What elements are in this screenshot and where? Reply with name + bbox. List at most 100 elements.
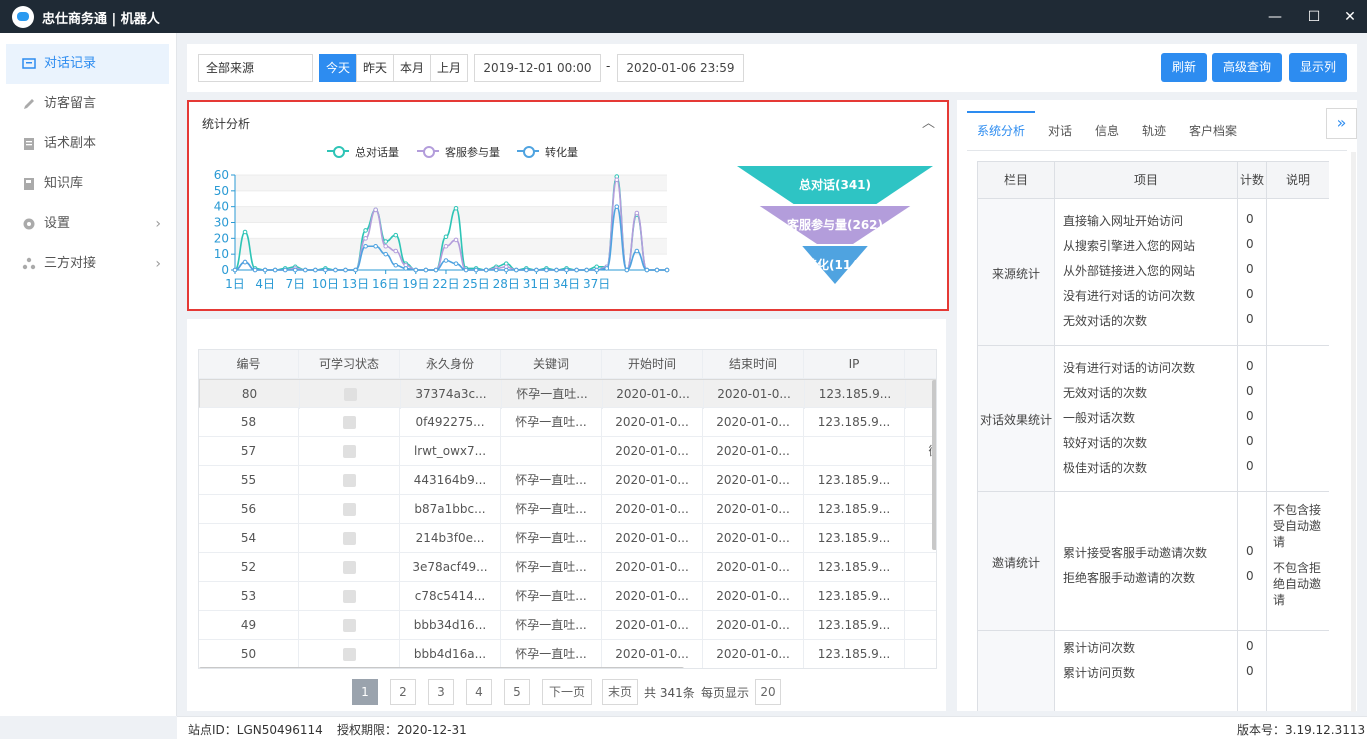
tab-info[interactable]: 信息 [1095, 122, 1119, 139]
checkbox-icon[interactable] [342, 416, 356, 429]
horizontal-scrollbar[interactable] [199, 667, 684, 668]
page-button[interactable]: 5 [504, 679, 530, 705]
x-tick-label: 37日 [583, 277, 610, 291]
end-date-input[interactable]: 2020-01-06 23:59 [617, 54, 744, 82]
maximize-button[interactable]: ☐ [1304, 7, 1324, 27]
table-cell: b87a1bbc... [400, 495, 501, 524]
data-point [383, 239, 388, 244]
tab-track[interactable]: 轨迹 [1142, 122, 1166, 139]
stats-item-count: 0 [1246, 287, 1254, 301]
table-cell: bbb34d16... [400, 611, 501, 640]
table-cell [905, 611, 936, 640]
sidebar-item-third-party[interactable]: 三方对接 › [6, 244, 169, 284]
column-header[interactable]: 永久身份 [400, 350, 501, 379]
learnable-checkbox[interactable] [299, 640, 400, 668]
table-cell: 2020-01-0... [703, 640, 804, 668]
page-button[interactable]: 2 [390, 679, 416, 705]
learnable-checkbox[interactable] [299, 582, 400, 611]
checkbox-icon[interactable] [342, 561, 356, 574]
column-header[interactable]: 开始时间 [602, 350, 703, 379]
learnable-checkbox[interactable] [299, 524, 400, 553]
column-header[interactable]: 编号 [199, 350, 299, 379]
advanced-query-button[interactable]: 高级查询 [1212, 53, 1282, 82]
column-header[interactable]: IP [804, 350, 905, 379]
panel-scrollbar[interactable] [1351, 152, 1356, 712]
column-header[interactable]: 关键词 [501, 350, 602, 379]
data-point [453, 237, 459, 243]
learnable-checkbox[interactable] [299, 466, 400, 495]
sidebar-item-knowledge-base[interactable]: 知识库 [6, 164, 169, 204]
learnable-checkbox[interactable] [299, 437, 400, 466]
refresh-button[interactable]: 刷新 [1161, 53, 1207, 82]
checkbox-icon[interactable] [342, 532, 356, 545]
table-row[interactable]: 52 3e78acf49... 怀孕一直吐... 2020-01-0... 2020-0… [199, 553, 936, 582]
checkbox-icon[interactable] [342, 503, 356, 516]
pencil-icon [24, 99, 34, 109]
table-cell: 怀孕一直吐... [501, 611, 602, 640]
tab-conversation[interactable]: 对话 [1048, 122, 1072, 139]
collapse-caret-icon[interactable]: ︿ [922, 112, 935, 131]
connect-icon [22, 257, 36, 270]
stats-item-count: 0 [1246, 568, 1254, 583]
table-row[interactable]: 49 bbb34d16... 怀孕一直吐... 2020-01-0... 2020-01… [199, 611, 936, 640]
stats-item-label: 较好对话的次数 [1063, 435, 1148, 450]
range-this-month-button[interactable]: 本月 [393, 54, 431, 82]
sidebar-item-visitor-messages[interactable]: 访客留言 [6, 84, 169, 124]
table-row[interactable]: 57lrwt_owx7...2020-01-0...2020-01-0...微 [199, 437, 936, 466]
per-page-select[interactable]: 20 [755, 679, 781, 705]
table-row[interactable]: 50 bbb4d16a... 怀孕一直吐... 2020-01-0... 2020-01… [199, 640, 936, 668]
last-page-button[interactable]: 末页 [602, 679, 638, 705]
stats-item-count: 0 [1246, 433, 1254, 448]
page-button[interactable]: 1 [352, 679, 378, 705]
stats-item-label: 累计接受客服手动邀请次数 [1063, 545, 1208, 560]
table-cell: 2020-01-0... [602, 437, 703, 466]
x-tick-label: 34日 [553, 277, 580, 291]
next-page-button[interactable]: 下一页 [542, 679, 592, 705]
data-point [363, 243, 368, 249]
range-last-month-button[interactable]: 上月 [430, 54, 468, 82]
learnable-checkbox[interactable] [300, 380, 401, 409]
checkbox-icon[interactable] [343, 388, 357, 401]
checkbox-icon[interactable] [342, 474, 356, 487]
table-row[interactable]: 58 0f492275... 怀孕一直吐... 2020-01-0... 2020-01… [199, 408, 936, 437]
table-row[interactable]: 54 214b3f0e... 怀孕一直吐... 2020-01-0... 2020-01… [199, 524, 936, 553]
table-cell [501, 437, 602, 466]
table-row[interactable]: 55 443164b9... 怀孕一直吐... 2020-01-0... 2020-01… [199, 466, 936, 495]
sidebar-item-settings[interactable]: 设置 › [6, 204, 169, 244]
table-row[interactable]: 56 b87a1bbc... 怀孕一直吐... 2020-01-0... 2020-01… [199, 495, 936, 524]
column-header[interactable]: 结束时间 [703, 350, 804, 379]
close-button[interactable]: ✕ [1340, 7, 1360, 27]
checkbox-icon[interactable] [342, 445, 356, 458]
checkbox-icon[interactable] [342, 619, 356, 632]
range-today-button[interactable]: 今天 [319, 54, 357, 82]
column-header[interactable]: 可学习状态 [299, 350, 400, 379]
checkbox-icon[interactable] [342, 648, 356, 661]
stats-items-cell: 没有进行对话的访问次数 无效对话的次数 一般对话次数 较好对话的次数 极佳对话的次数 [1055, 346, 1238, 492]
data-point [262, 267, 268, 273]
sidebar-item-chat-records[interactable]: 对话记录 [6, 44, 169, 84]
vertical-scrollbar[interactable] [932, 380, 936, 550]
expand-panel-icon[interactable]: » [1326, 108, 1357, 139]
stats-item-label: 从外部链接进入您的网站 [1063, 264, 1196, 278]
table-row[interactable]: 53 c78c5414... 怀孕一直吐... 2020-01-0... 2020-01… [199, 582, 936, 611]
page-button[interactable]: 4 [466, 679, 492, 705]
checkbox-icon[interactable] [342, 590, 356, 603]
table-cell: 0f492275... [400, 408, 501, 437]
minimize-button[interactable]: — [1265, 7, 1285, 27]
tab-customer-profile[interactable]: 客户档案 [1189, 122, 1237, 139]
learnable-checkbox[interactable] [299, 495, 400, 524]
learnable-checkbox[interactable] [299, 553, 400, 582]
range-yesterday-button[interactable]: 昨天 [356, 54, 394, 82]
sidebar-item-scripts[interactable]: 话术剧本 [6, 124, 169, 164]
learnable-checkbox[interactable] [299, 408, 400, 437]
learnable-checkbox[interactable] [299, 611, 400, 640]
data-point [292, 267, 298, 273]
show-columns-button[interactable]: 显示列 [1289, 53, 1347, 82]
table-row[interactable]: 80 37374a3c... 怀孕一直吐... 2020-01-0... 2020-01… [199, 379, 936, 409]
page-button[interactable]: 3 [428, 679, 454, 705]
start-date-input[interactable]: 2019-12-01 00:00 [474, 54, 601, 82]
tab-system-analysis[interactable]: 系统分析 [977, 122, 1025, 139]
source-select[interactable]: 全部来源 [198, 54, 313, 82]
data-point [393, 262, 399, 268]
data-point [433, 267, 439, 273]
